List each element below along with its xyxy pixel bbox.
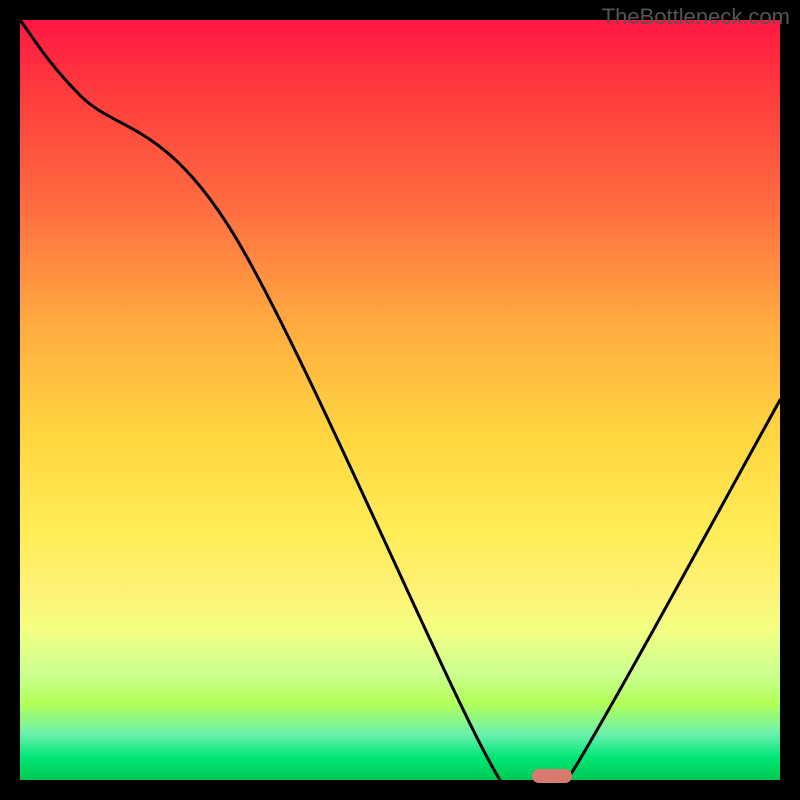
optimal-marker bbox=[532, 769, 572, 783]
chart-curve-svg bbox=[20, 20, 780, 780]
chart-plot-area bbox=[20, 20, 780, 780]
bottleneck-curve bbox=[20, 20, 780, 780]
watermark-text: TheBottleneck.com bbox=[602, 4, 790, 30]
